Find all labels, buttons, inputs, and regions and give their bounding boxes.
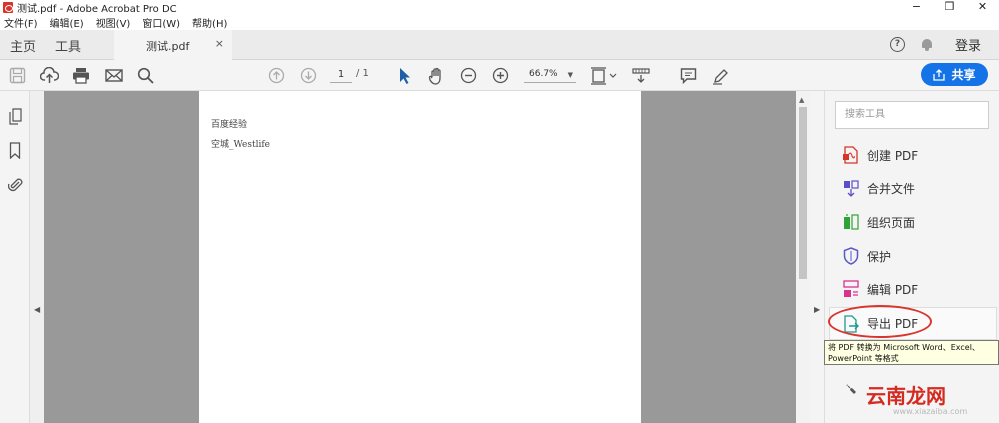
attachment-icon[interactable] [8, 176, 23, 193]
search-icon[interactable] [137, 67, 154, 84]
tool-edit-pdf[interactable]: 编辑 PDF [843, 278, 918, 300]
organize-pages-icon [844, 214, 859, 230]
tool-label: 编辑 PDF [867, 282, 919, 297]
zoom-in-icon[interactable] [492, 67, 509, 84]
document-tab-label: 测试.pdf [146, 40, 190, 53]
email-icon[interactable] [105, 67, 123, 84]
notification-bell-icon[interactable] [921, 38, 933, 51]
scrollbar-thumb[interactable] [799, 107, 807, 279]
share-icon [933, 68, 946, 81]
tab-document[interactable]: 测试.pdf × [114, 30, 232, 60]
tool-label: 创建 PDF [867, 148, 919, 163]
acrobat-app-icon [3, 2, 13, 13]
select-cursor-icon[interactable] [398, 67, 412, 85]
menu-bar: 文件(F) 编辑(E) 视图(V) 窗口(W) 帮助(H) [0, 15, 999, 30]
page-thumbnails-icon[interactable] [8, 108, 23, 125]
collapse-right-arrow-icon: ▶ [814, 305, 821, 314]
restore-button[interactable]: ❒ [933, 0, 966, 15]
more-tools-icon[interactable] [842, 381, 858, 397]
print-icon[interactable] [72, 67, 90, 84]
highlight-pen-icon[interactable] [712, 67, 730, 85]
left-navigation-rail [0, 91, 30, 423]
page-fit-icon[interactable] [590, 67, 618, 85]
help-icon[interactable]: ? [889, 37, 905, 52]
protect-shield-icon [843, 247, 859, 265]
zoom-level-dropdown[interactable]: 66.7% ▼ [524, 67, 576, 83]
comment-icon[interactable] [680, 67, 697, 84]
zoom-out-icon[interactable] [460, 67, 477, 84]
document-text-line: 空城_Westlife [211, 140, 270, 150]
document-canvas: 百度经验 空城_Westlife [44, 91, 796, 423]
save-icon[interactable] [9, 67, 26, 84]
toolbar: 1 / 1 66.7% ▼ [0, 60, 999, 91]
menu-help[interactable]: 帮助(H) [192, 15, 227, 30]
tab-bar: 主页 工具 测试.pdf × ? 登录 [0, 30, 999, 60]
tool-organize-pages[interactable]: 组织页面 [843, 211, 915, 233]
share-button[interactable]: 共享 [921, 63, 988, 86]
watermark-logo: 云南龙网 [866, 384, 946, 408]
tool-create-pdf[interactable]: 创建 PDF [843, 144, 918, 166]
scroll-mode-icon[interactable] [632, 67, 650, 85]
menu-view[interactable]: 视图(V) [96, 15, 131, 30]
previous-page-icon[interactable] [268, 67, 285, 84]
tools-panel: 搜索工具 创建 PDF 合并文件 组织页面 保护 编辑 PDF 导出 PDF [824, 91, 999, 423]
page-number-input[interactable]: 1 [330, 67, 352, 83]
collapse-left-panel[interactable]: ◀ [30, 91, 44, 423]
pdf-page: 百度经验 空城_Westlife [199, 91, 641, 423]
search-tools-input[interactable]: 搜索工具 [835, 101, 989, 129]
login-button[interactable]: 登录 [955, 35, 981, 54]
chevron-down-icon: ▼ [567, 71, 573, 79]
share-label: 共享 [951, 68, 976, 82]
account-area: ? 登录 [889, 35, 981, 54]
window-title: 测试.pdf - Adobe Acrobat Pro DC [17, 4, 177, 15]
tool-label: 组织页面 [867, 215, 916, 230]
close-window-button[interactable]: ✕ [966, 0, 999, 15]
annotation-circle [828, 305, 932, 338]
zoom-level-value: 66.7% [529, 69, 558, 79]
hand-tool-icon[interactable] [428, 67, 446, 85]
combine-files-icon [844, 180, 859, 197]
collapse-left-arrow-icon: ◀ [34, 305, 41, 314]
collapse-right-panel[interactable]: ▶ [810, 91, 824, 423]
window-controls: − ❒ ✕ [900, 0, 999, 15]
tool-label: 保护 [867, 249, 892, 264]
title-bar: 测试.pdf - Adobe Acrobat Pro DC − ❒ ✕ [0, 0, 999, 15]
tab-tools[interactable]: 工具 [55, 36, 81, 55]
tool-combine-files[interactable]: 合并文件 [843, 177, 915, 199]
cloud-upload-icon[interactable] [40, 67, 59, 84]
tab-home[interactable]: 主页 [10, 36, 36, 55]
bookmark-icon[interactable] [9, 142, 21, 159]
menu-edit[interactable]: 编辑(E) [50, 15, 84, 30]
minimize-button[interactable]: − [900, 0, 933, 15]
menu-window[interactable]: 窗口(W) [142, 15, 180, 30]
tool-label: 合并文件 [867, 181, 916, 196]
create-pdf-icon [843, 146, 858, 164]
tooltip: 将 PDF 转换为 Microsoft Word、Excel、PowerPoin… [824, 340, 999, 365]
menu-file[interactable]: 文件(F) [4, 15, 38, 30]
edit-pdf-icon [843, 280, 859, 297]
document-text-line: 百度经验 [211, 120, 248, 130]
watermark-url: www.xiazaiba.com [893, 407, 968, 416]
next-page-icon[interactable] [300, 67, 317, 84]
scroll-up-arrow-icon[interactable]: ▲ [799, 96, 804, 104]
vertical-scrollbar[interactable]: ▲ [796, 91, 810, 423]
tool-protect[interactable]: 保护 [843, 245, 891, 267]
page-total: / 1 [356, 68, 369, 79]
close-tab-icon[interactable]: × [215, 37, 224, 50]
